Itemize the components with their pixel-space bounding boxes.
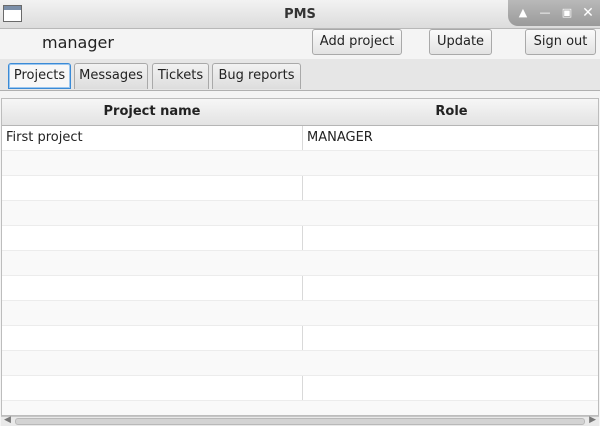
table-row-empty[interactable] <box>2 351 598 376</box>
table-row-empty[interactable] <box>2 301 598 326</box>
table-row-empty[interactable] <box>2 251 598 276</box>
table-row-empty[interactable] <box>2 376 598 401</box>
window-titlebar[interactable]: PMS ▲ — ▣ ✕ <box>0 0 600 29</box>
close-icon[interactable]: ✕ <box>578 3 598 23</box>
table-row-empty[interactable] <box>2 326 598 351</box>
scroll-left-icon[interactable]: ◀ <box>4 415 11 425</box>
maximize-icon[interactable]: ▣ <box>557 3 577 23</box>
column-header-project-name[interactable]: Project name <box>2 99 302 125</box>
toolbar: manager Add project Update Sign out <box>0 29 600 57</box>
add-project-button[interactable]: Add project <box>312 29 402 55</box>
tab-projects[interactable]: Projects <box>8 63 71 89</box>
tab-bar: Projects Messages Tickets Bug reports <box>0 59 600 91</box>
tab-messages[interactable]: Messages <box>74 63 148 89</box>
projects-table: Project name Role First project MANAGER <box>1 98 599 416</box>
window-controls: ▲ — ▣ ✕ <box>508 0 600 26</box>
current-user-label: manager <box>42 33 114 52</box>
table-header: Project name Role <box>2 99 598 126</box>
tab-tickets[interactable]: Tickets <box>152 63 209 89</box>
scroll-right-icon[interactable]: ▶ <box>589 415 596 425</box>
table-row-empty[interactable] <box>2 151 598 176</box>
table-row[interactable]: First project MANAGER <box>2 126 598 151</box>
horizontal-scrollbar[interactable]: ◀ ▶ <box>1 415 599 426</box>
tab-bug-reports[interactable]: Bug reports <box>212 63 301 89</box>
role-cell: MANAGER <box>307 130 373 145</box>
scrollbar-thumb[interactable] <box>15 418 585 425</box>
table-row-empty[interactable] <box>2 226 598 251</box>
update-button[interactable]: Update <box>429 29 492 55</box>
table-row-empty[interactable] <box>2 176 598 201</box>
table-row-empty[interactable] <box>2 401 598 415</box>
up-icon[interactable]: ▲ <box>513 3 533 23</box>
sign-out-button[interactable]: Sign out <box>525 29 596 55</box>
table-row-empty[interactable] <box>2 201 598 226</box>
table-row-empty[interactable] <box>2 276 598 301</box>
column-header-role[interactable]: Role <box>303 99 598 125</box>
minimize-icon[interactable]: — <box>535 3 555 23</box>
project-name-cell: First project <box>6 130 83 145</box>
